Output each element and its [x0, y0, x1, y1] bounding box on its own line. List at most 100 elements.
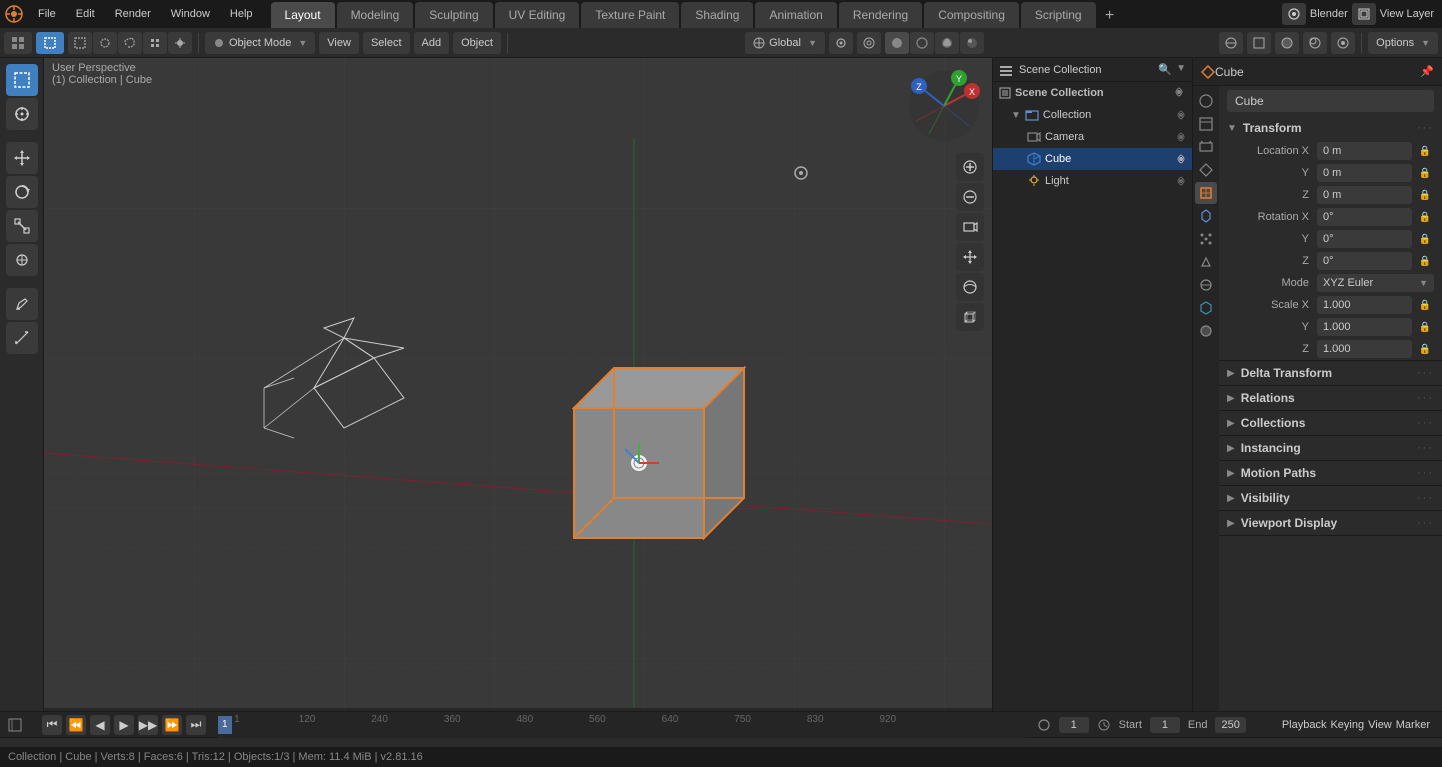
tool-rotate[interactable]	[6, 176, 38, 208]
prop-icon-render[interactable]	[1195, 90, 1217, 112]
view-menu[interactable]: View	[319, 32, 359, 54]
object-mode-selector[interactable]: Object Mode ▼	[205, 32, 315, 54]
collection-expand[interactable]: ▼	[1011, 110, 1021, 121]
rotation-z-lock[interactable]: 🔒	[1416, 252, 1434, 270]
tab-rendering[interactable]: Rendering	[839, 2, 922, 28]
visibility-header[interactable]: ▶ Visibility ···	[1219, 486, 1442, 510]
outliner-filter[interactable]: ▼	[1176, 63, 1186, 76]
prop-icon-data[interactable]	[1195, 297, 1217, 319]
view-menu-timeline[interactable]: View	[1368, 719, 1392, 731]
select-lasso-tool[interactable]	[118, 32, 142, 54]
view-persp-btn[interactable]	[956, 303, 984, 331]
location-x-lock[interactable]: 🔒	[1416, 142, 1434, 160]
overlay-settings[interactable]	[1331, 32, 1355, 54]
relations-header[interactable]: ▶ Relations ···	[1219, 386, 1442, 410]
select-circle-tool[interactable]	[93, 32, 117, 54]
object-menu[interactable]: Object	[453, 32, 501, 54]
tab-uvediting[interactable]: UV Editing	[495, 2, 580, 28]
add-workspace-button[interactable]: +	[1098, 4, 1122, 28]
location-z-lock[interactable]: 🔒	[1416, 186, 1434, 204]
rotation-x-value[interactable]: 0°	[1317, 208, 1412, 226]
cube-object[interactable]	[574, 368, 744, 538]
start-frame-field[interactable]: 1	[1150, 717, 1180, 733]
prop-icon-view[interactable]	[1195, 136, 1217, 158]
rotation-z-value[interactable]: 0°	[1317, 252, 1412, 270]
tab-animation[interactable]: Animation	[755, 2, 836, 28]
transform-section-header[interactable]: ▼ Transform ···	[1219, 116, 1442, 140]
tool-scale[interactable]	[6, 210, 38, 242]
select-box-tool[interactable]	[68, 32, 92, 54]
prev-keyframe-btn[interactable]: ⏪	[66, 715, 86, 735]
keying-menu[interactable]: Keying	[1330, 719, 1364, 731]
viewport-overlay-1[interactable]	[1219, 32, 1243, 54]
viewport-overlay-2[interactable]	[1247, 32, 1271, 54]
light-vis[interactable]	[1174, 176, 1188, 186]
select-all-tool[interactable]	[143, 32, 167, 54]
tab-scripting[interactable]: Scripting	[1021, 2, 1096, 28]
prop-icon-particles[interactable]	[1195, 228, 1217, 250]
collection-vis[interactable]	[1174, 110, 1188, 120]
editor-type-btn[interactable]	[4, 32, 32, 54]
zoom-out-btn[interactable]	[956, 183, 984, 211]
marker-menu[interactable]: Marker	[1396, 719, 1430, 731]
viewlayer-btn[interactable]	[1352, 3, 1376, 25]
add-menu[interactable]: Add	[414, 32, 450, 54]
rotation-mode-value[interactable]: XYZ Euler ▼	[1317, 274, 1434, 292]
outliner-item-light[interactable]: Light	[993, 170, 1192, 192]
collections-header[interactable]: ▶ Collections ···	[1219, 411, 1442, 435]
rotation-y-lock[interactable]: 🔒	[1416, 230, 1434, 248]
object-name-field[interactable]: Cube	[1227, 90, 1434, 112]
xray-toggle[interactable]	[1303, 32, 1327, 54]
menu-render[interactable]: Render	[105, 0, 161, 28]
tool-annotate[interactable]	[6, 288, 38, 320]
next-frame-btn[interactable]: ▶▶	[138, 715, 158, 735]
rotation-y-value[interactable]: 0°	[1317, 230, 1412, 248]
end-frame-field[interactable]: 250	[1215, 717, 1245, 733]
scene-selector[interactable]	[1282, 3, 1306, 25]
prop-icon-scene[interactable]	[1195, 159, 1217, 181]
jump-start-btn[interactable]: ⏮	[42, 715, 62, 735]
next-keyframe-btn[interactable]: ⏩	[162, 715, 182, 735]
prop-icon-constraints[interactable]	[1195, 274, 1217, 296]
viewport-display-header[interactable]: ▶ Viewport Display ···	[1219, 511, 1442, 535]
menu-file[interactable]: File	[28, 0, 66, 28]
play-btn[interactable]: ▶	[114, 715, 134, 735]
prop-icon-object[interactable]	[1195, 182, 1217, 204]
viewport-gizmo[interactable]: X Y Z	[904, 66, 984, 146]
prev-frame-btn[interactable]: ◀	[90, 715, 110, 735]
blender-logo[interactable]	[0, 0, 28, 28]
view-orbit-btn[interactable]	[956, 273, 984, 301]
scene-collection-row[interactable]: Scene Collection	[993, 82, 1192, 104]
timeline-track[interactable]: 1 1 120 240 360 480 560 640 750 830 920	[218, 712, 1025, 738]
prop-icon-physics[interactable]	[1195, 251, 1217, 273]
outliner-search[interactable]: 🔍	[1158, 63, 1172, 76]
transform-global[interactable]: Global ▼	[745, 32, 825, 54]
scene-visibility[interactable]	[1172, 87, 1186, 100]
viewport-3d[interactable]: User Perspective (1) Collection | Cube X…	[44, 58, 992, 712]
prop-icon-material[interactable]	[1195, 320, 1217, 342]
tab-texturepaint[interactable]: Texture Paint	[581, 2, 679, 28]
outliner-item-camera[interactable]: Camera	[993, 126, 1192, 148]
scale-y-lock[interactable]: 🔒	[1416, 318, 1434, 336]
menu-window[interactable]: Window	[161, 0, 220, 28]
scale-z-lock[interactable]: 🔒	[1416, 340, 1434, 358]
scale-x-value[interactable]: 1.000	[1317, 296, 1412, 314]
shading-rendered[interactable]	[960, 32, 984, 54]
shading-wire[interactable]	[910, 32, 934, 54]
snap-btn[interactable]	[829, 32, 853, 54]
delta-transform-header[interactable]: ▶ Delta Transform ···	[1219, 361, 1442, 385]
tool-select-box[interactable]	[6, 64, 38, 96]
location-z-value[interactable]: 0 m	[1317, 186, 1412, 204]
playback-menu[interactable]: Playback	[1282, 719, 1327, 731]
scale-z-value[interactable]: 1.000	[1317, 340, 1412, 358]
location-y-value[interactable]: 0 m	[1317, 164, 1412, 182]
options-btn[interactable]: Options ▼	[1368, 32, 1438, 54]
select-menu[interactable]: Select	[363, 32, 410, 54]
proportional-btn[interactable]	[857, 32, 881, 54]
outliner-item-cube[interactable]: Cube	[993, 148, 1192, 170]
camera-vis[interactable]	[1174, 132, 1188, 142]
scale-x-lock[interactable]: 🔒	[1416, 296, 1434, 314]
view-camera-btn[interactable]	[956, 213, 984, 241]
menu-help[interactable]: Help	[220, 0, 263, 28]
instancing-header[interactable]: ▶ Instancing ···	[1219, 436, 1442, 460]
